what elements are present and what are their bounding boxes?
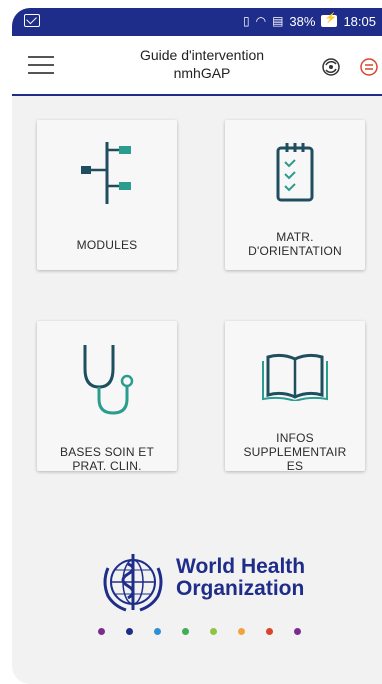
stethoscope-icon bbox=[83, 345, 134, 415]
modules-card[interactable]: MODULES bbox=[37, 120, 177, 270]
info-label-line-2: SUPPLEMENTAIR bbox=[243, 445, 347, 459]
vibrate-icon: ▯ bbox=[242, 14, 250, 28]
clock-time: 18:05 bbox=[343, 13, 376, 29]
modules-label: MODULES bbox=[76, 238, 138, 252]
orientation-matrix-label: MATR. D'ORIENTATION bbox=[229, 230, 361, 258]
phone-screen: ▯ ◠ ▤ 38% 18:05 Guide d'intervention nmh… bbox=[12, 8, 382, 684]
color-dot bbox=[154, 628, 161, 635]
sync-icon[interactable] bbox=[320, 56, 342, 78]
color-dot bbox=[126, 628, 133, 635]
who-line-2: Organization bbox=[176, 577, 305, 600]
color-dot bbox=[294, 628, 301, 635]
open-book-icon bbox=[262, 353, 328, 401]
info-label-line-1: INFOS bbox=[276, 431, 314, 445]
battery-percent: 38% bbox=[289, 13, 316, 29]
menu-icon[interactable] bbox=[28, 56, 54, 76]
page-title: Guide d'intervention nmhGAP bbox=[112, 46, 292, 82]
file-icon: ▤ bbox=[272, 14, 284, 28]
status-bar: ▯ ◠ ▤ 38% 18:05 bbox=[12, 8, 382, 36]
info-label-line-3: ES bbox=[286, 459, 304, 473]
title-line-1: Guide d'intervention bbox=[139, 47, 265, 63]
care-label-line-2: PRAT. CLIN. bbox=[72, 459, 142, 473]
title-line-2: nmhGAP bbox=[173, 65, 231, 81]
color-dot bbox=[210, 628, 217, 635]
message-icon bbox=[24, 14, 40, 27]
color-dot bbox=[238, 628, 245, 635]
tree-icon bbox=[81, 142, 131, 204]
who-emblem-icon bbox=[103, 554, 163, 612]
who-wordmark: World Health Organization bbox=[176, 556, 305, 600]
wifi-icon: ◠ bbox=[255, 14, 267, 28]
color-dots bbox=[98, 628, 318, 638]
orientation-label-line-1: MATR. bbox=[276, 230, 314, 244]
app-bar: Guide d'intervention nmhGAP bbox=[12, 36, 382, 96]
color-dot bbox=[266, 628, 273, 635]
color-dot bbox=[182, 628, 189, 635]
clipboard-checklist-icon bbox=[276, 143, 314, 202]
care-basics-card[interactable]: BASES SOIN ET PRAT. CLIN. bbox=[37, 321, 177, 473]
who-logo: World Health Organization bbox=[98, 548, 318, 618]
who-line-1: World Health bbox=[176, 555, 306, 578]
battery-icon bbox=[321, 13, 338, 27]
care-label-line-1: BASES SOIN ET bbox=[60, 445, 154, 459]
care-basics-label: BASES SOIN ET PRAT. CLIN. bbox=[41, 445, 173, 473]
color-dot bbox=[98, 628, 105, 635]
additional-info-label: INFOS SUPPLEMENTAIR ES bbox=[229, 431, 361, 473]
status-right: ▯ ◠ ▤ 38% 18:05 bbox=[243, 13, 376, 29]
orientation-label-line-2: D'ORIENTATION bbox=[248, 244, 342, 258]
additional-info-card[interactable]: INFOS SUPPLEMENTAIR ES bbox=[225, 321, 365, 473]
orientation-matrix-card[interactable]: MATR. D'ORIENTATION bbox=[225, 120, 365, 270]
language-icon[interactable] bbox=[358, 56, 380, 78]
